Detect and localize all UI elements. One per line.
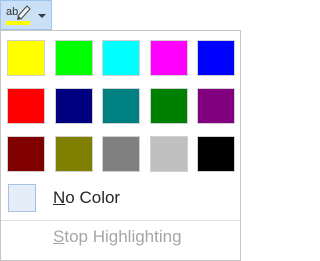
color-swatch-dark-blue[interactable] xyxy=(55,88,93,124)
svg-text:ab: ab xyxy=(6,6,18,18)
color-swatch-gray-25-[interactable] xyxy=(150,136,188,172)
color-swatch-black[interactable] xyxy=(197,136,235,172)
color-swatch-green[interactable] xyxy=(150,88,188,124)
color-swatch-bright-green[interactable] xyxy=(55,40,93,76)
color-swatch-violet[interactable] xyxy=(197,88,235,124)
color-swatch-dark-yellow[interactable] xyxy=(55,136,93,172)
stop-highlighting-accel-key: S xyxy=(53,227,65,246)
color-swatch-dark-red[interactable] xyxy=(7,136,45,172)
color-palette xyxy=(7,40,239,184)
color-swatch-turquoise[interactable] xyxy=(102,40,140,76)
highlighter-icon: ab xyxy=(5,3,33,27)
stop-highlighting-menu-item[interactable]: Stop Highlighting xyxy=(53,226,182,248)
color-swatch-yellow[interactable] xyxy=(7,40,45,76)
no-color-menu-item[interactable]: No Color xyxy=(7,184,235,214)
menu-separator xyxy=(1,220,240,221)
chevron-down-icon[interactable] xyxy=(38,14,46,18)
color-swatch-gray-50-[interactable] xyxy=(102,136,140,172)
highlight-color-menu: No Color Stop Highlighting xyxy=(0,30,241,261)
color-swatch-blue[interactable] xyxy=(197,40,235,76)
no-color-swatch xyxy=(8,184,36,212)
text-highlight-color-button[interactable]: ab xyxy=(0,0,52,30)
no-color-label-rest: o Color xyxy=(65,188,121,207)
no-color-label: No Color xyxy=(53,188,120,208)
stop-highlighting-label-rest: top Highlighting xyxy=(64,227,182,246)
color-swatch-pink[interactable] xyxy=(150,40,188,76)
no-color-accel-key: N xyxy=(53,188,66,207)
color-swatch-red[interactable] xyxy=(7,88,45,124)
color-swatch-teal[interactable] xyxy=(102,88,140,124)
